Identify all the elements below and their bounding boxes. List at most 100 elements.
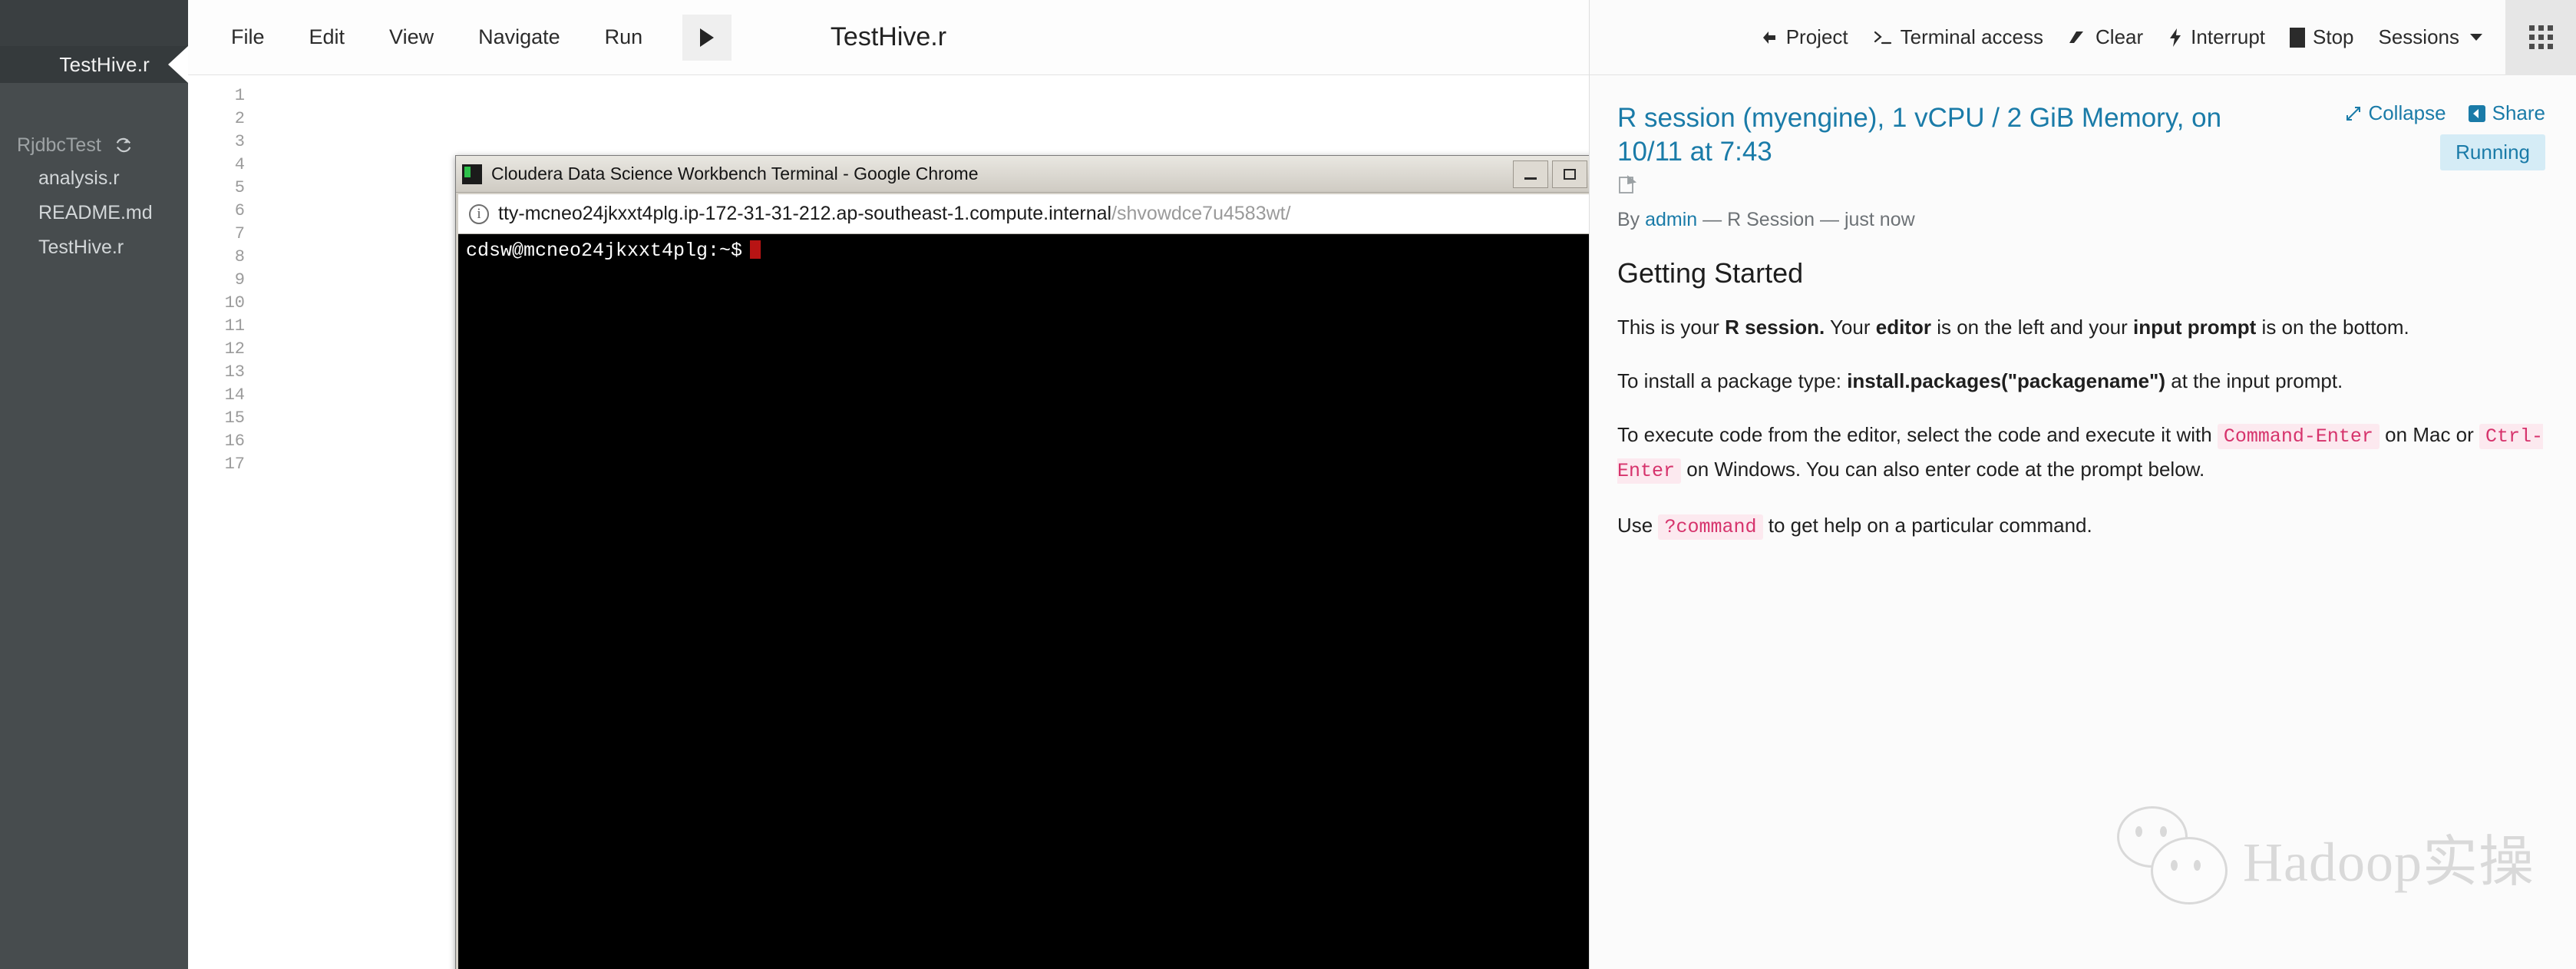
menu-run[interactable]: Run xyxy=(588,19,660,55)
text-fragment: is on the bottom. xyxy=(2256,316,2409,339)
clear-button[interactable]: Clear xyxy=(2056,18,2155,57)
session-byline: By admin — R Session — just now xyxy=(1617,209,2545,231)
text-bold: install.packages("packagename") xyxy=(1847,369,2166,392)
wechat-bubbles-icon xyxy=(2117,806,2232,906)
terminal-access-label: Terminal access xyxy=(1900,25,2044,48)
project-back-label: Project xyxy=(1785,25,1848,48)
terminal-access-button[interactable]: Terminal access xyxy=(1861,18,2056,57)
editor-menubar: File Edit View Navigate Run TestHive.r xyxy=(188,0,1589,75)
refresh-icon[interactable] xyxy=(115,137,132,154)
collapse-arrows-icon xyxy=(2345,105,2362,122)
byline-suffix: — R Session — just now xyxy=(1697,209,1915,230)
chrome-icon xyxy=(462,164,482,184)
list-item[interactable]: README.md xyxy=(0,196,188,230)
session-panel: Project Terminal access Clear Interrupt xyxy=(1589,0,2576,969)
window-controls: ✕ xyxy=(1513,160,1589,188)
terminal-output[interactable]: cdsw@mcneo24jkxxt4plg:~$ xyxy=(458,234,1589,969)
back-arrow-icon xyxy=(1760,28,1778,47)
sidebar-active-file-tab[interactable]: TestHive.r xyxy=(0,46,188,83)
terminal-popup-window[interactable]: Cloudera Data Science Workbench Terminal… xyxy=(455,155,1589,969)
terminal-body[interactable]: cdsw@mcneo24jkxxt4plg:~$ xyxy=(458,234,1589,969)
collapse-button[interactable]: Collapse xyxy=(2345,101,2446,125)
line-number: 9 xyxy=(234,270,245,289)
project-back-button[interactable]: Project xyxy=(1748,18,1861,57)
code-pill-command: ?command xyxy=(1658,514,1763,540)
line-number: 13 xyxy=(224,362,245,382)
lightning-bolt-icon xyxy=(2168,28,2183,48)
minimize-button[interactable] xyxy=(1513,160,1548,188)
menu-edit[interactable]: Edit xyxy=(292,19,362,55)
share-button[interactable]: Share xyxy=(2468,101,2545,125)
terminal-window-titlebar[interactable]: Cloudera Data Science Workbench Terminal… xyxy=(456,156,1589,193)
status-badge: Running xyxy=(2440,134,2545,170)
edit-note-icon[interactable] xyxy=(1617,175,1637,195)
menu-navigate[interactable]: Navigate xyxy=(461,19,577,55)
line-number: 3 xyxy=(234,132,245,151)
sessions-dropdown[interactable]: Sessions xyxy=(2366,18,2495,57)
list-item[interactable]: analysis.r xyxy=(0,161,188,196)
interrupt-button[interactable]: Interrupt xyxy=(2155,18,2277,57)
share-icon xyxy=(2468,104,2486,123)
line-number: 6 xyxy=(234,201,245,220)
text-bold: editor xyxy=(1875,316,1931,339)
paragraph-4: Use ?command to get help on a particular… xyxy=(1617,509,2545,544)
play-triangle-icon xyxy=(700,28,715,47)
stop-button[interactable]: Stop xyxy=(2277,18,2366,57)
line-number: 7 xyxy=(234,224,245,243)
line-number: 4 xyxy=(234,155,245,174)
collapse-label: Collapse xyxy=(2368,101,2446,124)
paragraph-3: To execute code from the editor, select … xyxy=(1617,418,2545,488)
chevron-down-icon xyxy=(2470,34,2482,41)
url-host: tty-mcneo24jkxxt4plg.ip-172-31-31-212.ap… xyxy=(498,203,1112,224)
line-number-gutter: 1 2 3 4 5 6 7 8 9 10 11 12 13 14 15 16 1… xyxy=(188,75,257,968)
share-label: Share xyxy=(2492,101,2545,124)
block-cursor-icon xyxy=(750,240,761,259)
text-fragment: at the input prompt. xyxy=(2165,369,2343,392)
terminal-url-bar[interactable]: i tty-mcneo24jkxxt4plg.ip-172-31-31-212.… xyxy=(458,194,1589,234)
paragraph-1: This is your R session. Your editor is o… xyxy=(1617,311,2545,343)
text-fragment: To execute code from the editor, select … xyxy=(1617,423,2218,446)
line-number: 14 xyxy=(224,385,245,405)
clear-label: Clear xyxy=(2095,25,2144,48)
file-label: README.md xyxy=(38,202,153,223)
line-number: 17 xyxy=(224,455,245,474)
info-circle-icon[interactable]: i xyxy=(469,203,489,224)
paragraph-2: To install a package type: install.packa… xyxy=(1617,365,2545,397)
project-name: RjdbcTest xyxy=(17,134,101,156)
byline-user-link[interactable]: admin xyxy=(1645,209,1697,230)
line-number: 12 xyxy=(224,339,245,359)
getting-started-heading: Getting Started xyxy=(1617,257,1804,289)
session-header: R session (myengine), 1 vCPU / 2 GiB Mem… xyxy=(1617,101,2545,195)
text-fragment: Use xyxy=(1617,514,1659,537)
text-fragment: To install a package type: xyxy=(1617,369,1848,392)
text-fragment: to get help on a particular command. xyxy=(1762,514,2092,537)
editor-column: File Edit View Navigate Run TestHive.r 1… xyxy=(188,0,1589,969)
line-number: 1 xyxy=(234,86,245,105)
stop-label: Stop xyxy=(2313,25,2354,48)
session-actions: Collapse Share Running xyxy=(2345,101,2545,170)
terminal-prompt: cdsw@mcneo24jkxxt4plg:~$ xyxy=(466,240,743,262)
line-number: 11 xyxy=(224,316,245,336)
page-title: TestHive.r xyxy=(830,22,947,51)
text-fragment: Your xyxy=(1825,316,1876,339)
session-title: R session (myengine), 1 vCPU / 2 GiB Mem… xyxy=(1617,103,2222,167)
sidebar-top-strip xyxy=(0,0,188,46)
menu-view[interactable]: View xyxy=(372,19,451,55)
terminal-url: tty-mcneo24jkxxt4plg.ip-172-31-31-212.ap… xyxy=(498,203,1291,225)
sidebar-file-browser: RjdbcTest analysis.r README.md TestHive.… xyxy=(0,83,188,265)
application-window: TestHive.r RjdbcTest analysis.r README.m… xyxy=(0,0,2576,969)
run-button[interactable] xyxy=(682,14,732,61)
project-row[interactable]: RjdbcTest xyxy=(0,129,188,161)
code-editor[interactable]: 1 2 3 4 5 6 7 8 9 10 11 12 13 14 15 16 1… xyxy=(188,75,1589,969)
session-action-row: Collapse Share xyxy=(2345,101,2545,125)
line-number: 2 xyxy=(234,109,245,128)
menu-file[interactable]: File xyxy=(214,19,282,55)
line-number: 8 xyxy=(234,247,245,266)
minimize-icon xyxy=(1524,177,1537,180)
list-item[interactable]: TestHive.r xyxy=(0,230,188,265)
code-pill-command-enter: Command-Enter xyxy=(2217,424,2379,449)
apps-grid-button[interactable] xyxy=(2505,0,2576,75)
maximize-button[interactable] xyxy=(1552,160,1587,188)
